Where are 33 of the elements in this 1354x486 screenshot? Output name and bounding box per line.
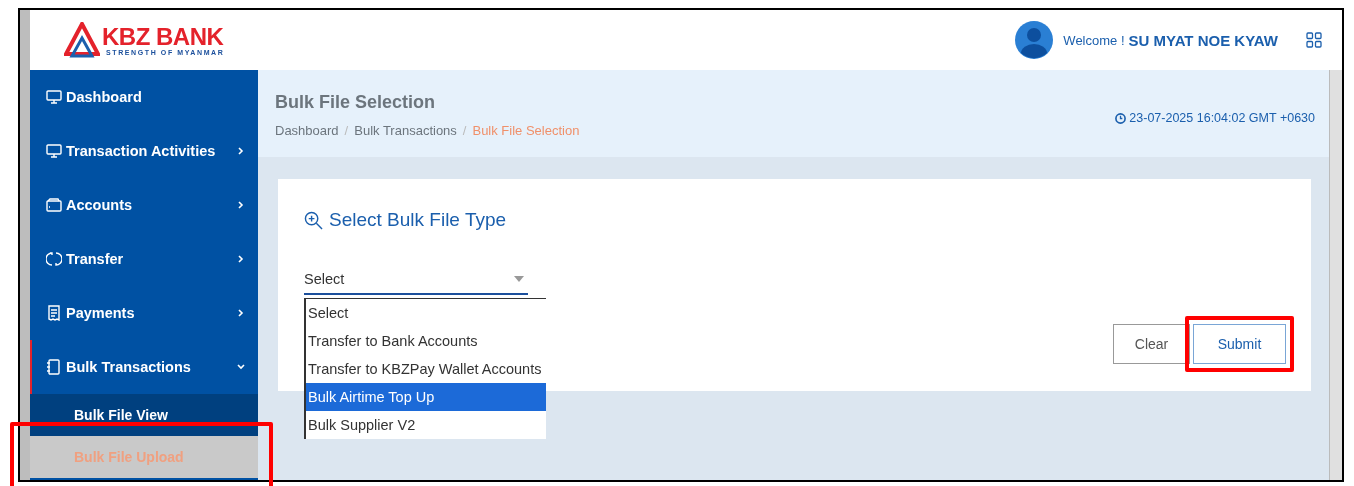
logo-triangle-icon: [64, 22, 100, 58]
receipt-icon: [46, 305, 62, 321]
sidebar-item[interactable]: Accounts: [30, 178, 258, 232]
sidebar-subitem[interactable]: Bulk File View: [30, 394, 258, 436]
wallet-icon: [46, 197, 62, 213]
monitor-icon: [46, 89, 62, 105]
sidebar-item[interactable]: Transaction Activities: [30, 124, 258, 178]
scrollbar[interactable]: [1329, 70, 1342, 480]
breadcrumb-separator: /: [344, 123, 349, 138]
clear-button[interactable]: Clear: [1113, 324, 1190, 364]
file-type-select[interactable]: Select: [304, 265, 528, 295]
user-name: SU MYAT NOE KYAW: [1128, 31, 1278, 49]
notebook-icon: [46, 359, 62, 375]
avatar-icon[interactable]: [1015, 21, 1054, 59]
welcome-text: Welcome !: [1063, 32, 1125, 48]
sidebar-item[interactable]: Payments: [30, 286, 258, 340]
logo-text: KBZ BANK: [102, 24, 225, 49]
breadcrumb-separator: /: [462, 123, 467, 138]
caret-icon: [514, 276, 524, 282]
dropdown-option[interactable]: Bulk Airtime Top Up: [306, 383, 546, 411]
zoom-in-icon: [304, 210, 323, 230]
submit-button[interactable]: Submit: [1193, 324, 1286, 364]
page-title: Bulk File Selection: [275, 92, 437, 113]
sidebar-item[interactable]: Dashboard: [30, 70, 258, 124]
breadcrumb-link[interactable]: Bulk Transactions: [354, 123, 457, 138]
card-heading: Select Bulk File Type: [329, 209, 507, 231]
sidebar-item[interactable]: Transfer: [30, 232, 258, 286]
grid-menu-icon[interactable]: [1306, 32, 1322, 48]
breadcrumb-link[interactable]: Dashboard: [275, 123, 339, 138]
clock-icon: [1115, 112, 1127, 124]
monitor-icon: [46, 143, 62, 159]
timestamp: 23-07-2025 16:04:02 GMT +0630: [1115, 70, 1315, 126]
refresh-icon: [46, 251, 62, 267]
